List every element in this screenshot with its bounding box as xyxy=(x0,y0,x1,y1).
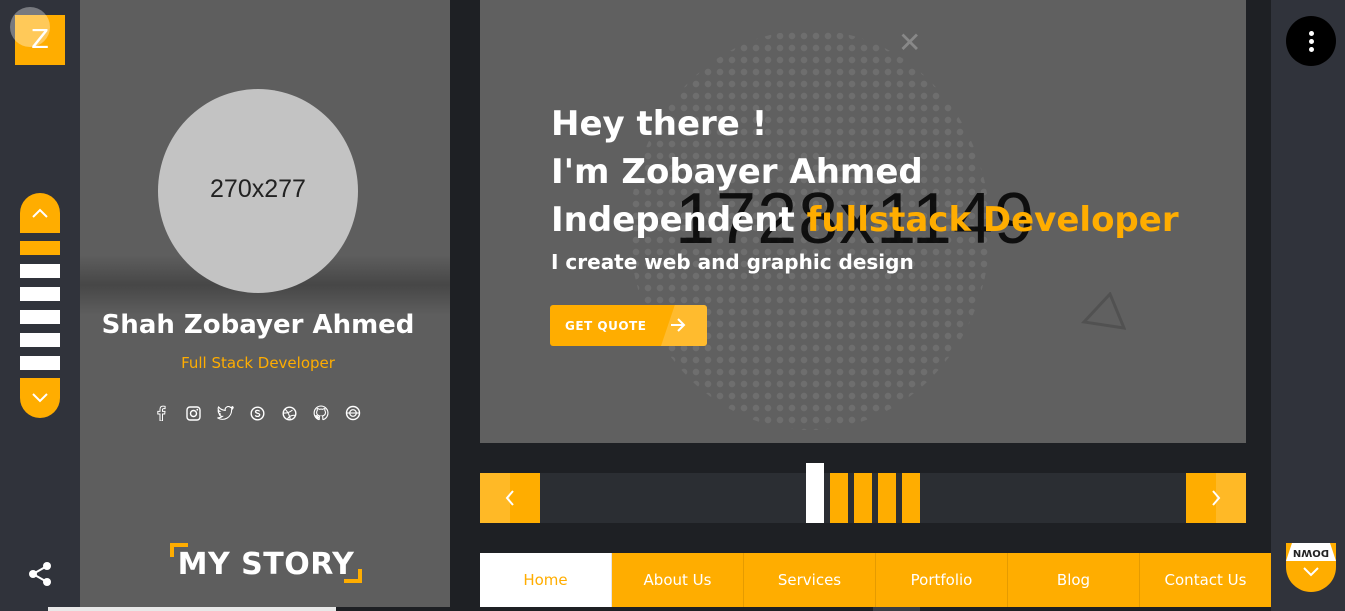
skype-icon[interactable] xyxy=(248,404,266,422)
slide-indicator-5[interactable] xyxy=(902,473,920,523)
get-quote-button[interactable]: GET QUOTE xyxy=(550,305,707,346)
tab-portfolio[interactable]: Portfolio xyxy=(876,553,1008,607)
section-indicator-2[interactable] xyxy=(20,264,60,278)
kebab-menu-dot xyxy=(1308,38,1314,44)
circle-icon[interactable] xyxy=(344,404,362,422)
section-indicators xyxy=(20,233,60,387)
share-icon xyxy=(29,562,51,586)
scrollbar-strip[interactable] xyxy=(48,607,336,611)
section-indicator-4[interactable] xyxy=(20,310,60,324)
right-rail: DOWN xyxy=(1271,0,1345,611)
facebook-icon[interactable] xyxy=(152,404,170,422)
left-rail: Z xyxy=(0,0,80,611)
hero-headline: Hey there ! I'm Zobayer Ahmed Independen… xyxy=(551,100,1179,244)
kebab-menu-icon xyxy=(1308,30,1314,36)
button-shade xyxy=(1216,473,1246,523)
hero-line-3-highlight: fullstack Developer xyxy=(806,200,1179,240)
tab-home[interactable]: Home xyxy=(480,553,612,607)
close-decoration-icon: ✕ xyxy=(898,26,922,59)
my-story-link[interactable]: MY STORY xyxy=(170,543,362,583)
share-button[interactable] xyxy=(26,560,54,588)
chevron-down-icon xyxy=(32,393,48,403)
slide-indicator-2[interactable] xyxy=(830,473,848,523)
button-shade xyxy=(480,473,510,523)
scrollbar-thumb[interactable] xyxy=(873,607,920,611)
github-icon[interactable] xyxy=(312,404,330,422)
section-down-button[interactable] xyxy=(20,378,60,418)
profile-card: 270x277 Shah Zobayer Ahmed Full Stack De… xyxy=(80,0,450,607)
tab-services[interactable]: Services xyxy=(744,553,876,607)
chevron-up-icon xyxy=(32,208,48,218)
hero-subtitle: I create web and graphic design xyxy=(551,250,914,274)
section-indicator-6[interactable] xyxy=(20,356,60,370)
app: Z 270x277 Shah Zobayer Ahmed Full Stack … xyxy=(0,0,1345,611)
arrow-right-icon xyxy=(671,318,686,332)
tab-about-us[interactable]: About Us xyxy=(612,553,744,607)
social-links xyxy=(152,404,362,422)
hero-slider-controls xyxy=(480,463,1246,523)
tab-contact-us[interactable]: Contact Us xyxy=(1140,553,1271,607)
scroll-down-button[interactable]: DOWN xyxy=(1286,543,1336,592)
hero-line-1: Hey there ! xyxy=(551,104,768,144)
section-nav xyxy=(20,193,60,418)
slide-indicator-1[interactable] xyxy=(806,463,824,523)
section-up-button[interactable] xyxy=(20,193,60,233)
main-nav: Home About Us Services Portfolio Blog Co… xyxy=(480,553,1271,607)
chevron-down-icon xyxy=(1303,567,1319,577)
twitter-icon[interactable] xyxy=(216,404,234,422)
bracket-bottom-right xyxy=(344,569,362,583)
slider-prev-button[interactable] xyxy=(480,473,540,523)
instagram-icon[interactable] xyxy=(184,404,202,422)
tab-blog[interactable]: Blog xyxy=(1008,553,1140,607)
profile-role: Full Stack Developer xyxy=(181,354,335,372)
hero-line-2: I'm Zobayer Ahmed xyxy=(551,152,923,192)
slide-indicator-3[interactable] xyxy=(854,473,872,523)
profile-name: Shah Zobayer Ahmed xyxy=(101,310,415,340)
get-quote-label: GET QUOTE xyxy=(565,318,647,333)
cursor-indicator xyxy=(10,7,50,47)
hero-line-3-prefix: Independent xyxy=(551,200,807,240)
section-indicator-5[interactable] xyxy=(20,333,60,347)
scroll-down-label: DOWN xyxy=(1286,543,1336,561)
section-indicator-3[interactable] xyxy=(20,287,60,301)
slide-indicator-4[interactable] xyxy=(878,473,896,523)
kebab-menu-dot xyxy=(1308,46,1314,52)
my-story-label: MY STORY xyxy=(177,547,355,582)
avatar: 270x277 xyxy=(158,89,358,293)
avatar-placeholder-text: 270x277 xyxy=(210,174,306,203)
section-indicator-1[interactable] xyxy=(20,241,60,255)
slider-next-button[interactable] xyxy=(1186,473,1246,523)
triangle-decoration-icon xyxy=(1080,292,1126,330)
slider-indicators xyxy=(806,463,920,523)
hero-banner: 1728x1149 ✕ Hey there ! I'm Zobayer Ahme… xyxy=(480,0,1246,443)
menu-button[interactable] xyxy=(1286,16,1336,66)
hero-line-3: Independent fullstack Developer xyxy=(551,196,1179,244)
dribbble-icon[interactable] xyxy=(280,404,298,422)
